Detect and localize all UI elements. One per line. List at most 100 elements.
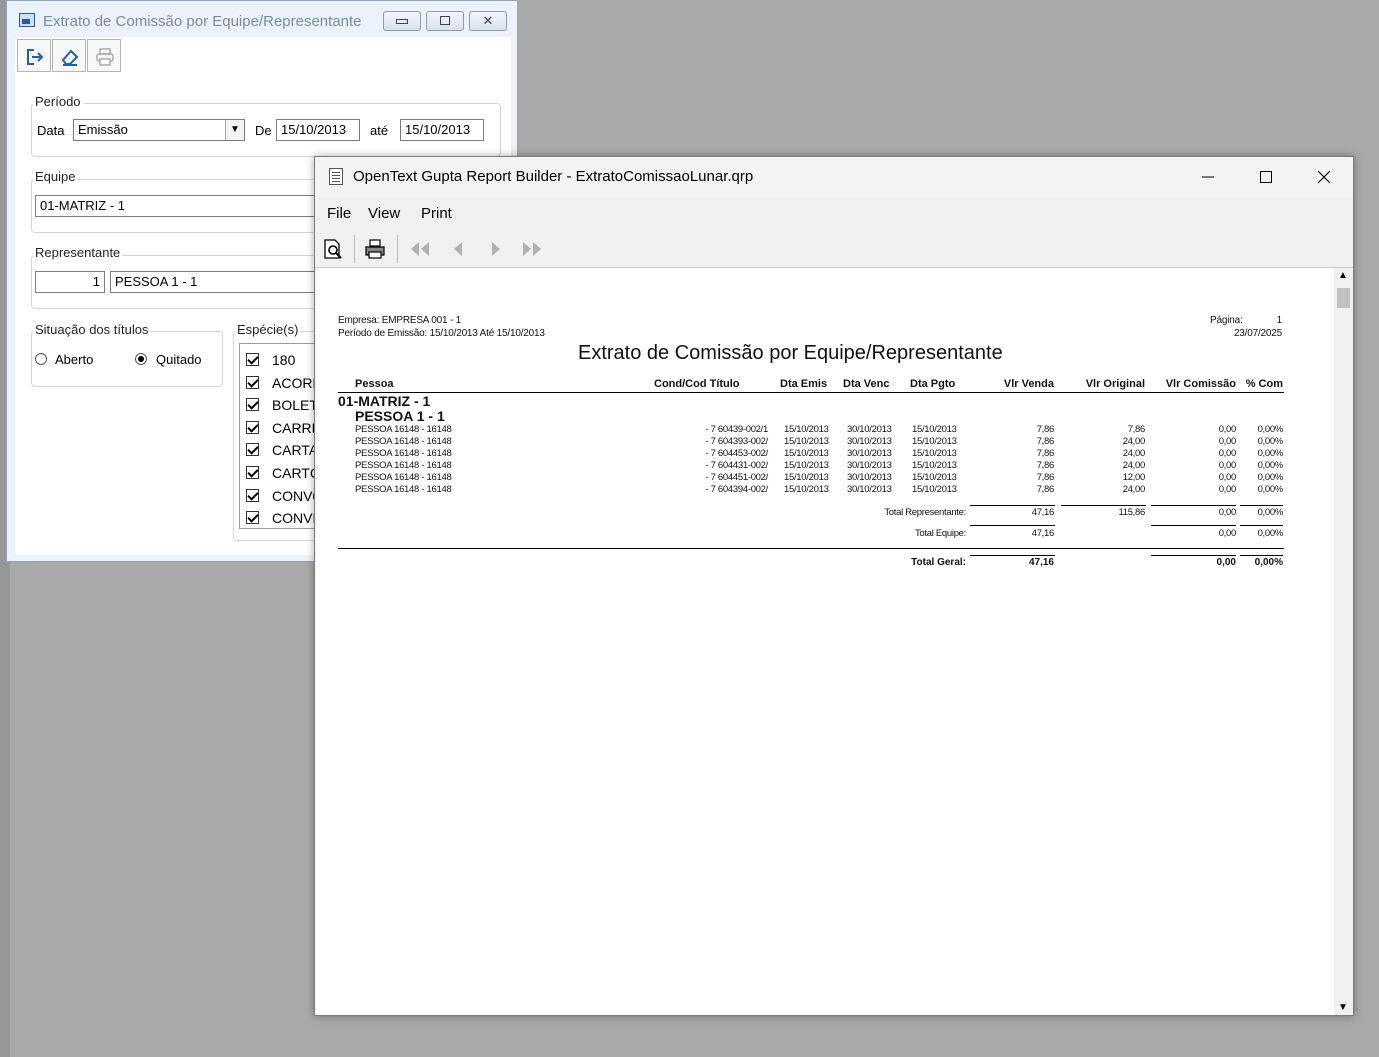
equipe-field[interactable]: 01-MATRIZ - 1	[35, 195, 325, 217]
print-button[interactable]	[87, 39, 121, 72]
group-equipe: 01-MATRIZ - 1	[338, 393, 431, 409]
row-pessoa: PESSOA 16148 - 16148	[355, 460, 452, 471]
especie-checkbox[interactable]	[246, 353, 259, 366]
clear-button[interactable]	[52, 39, 86, 72]
row-emis: 15/10/2013	[784, 424, 829, 435]
menu-view[interactable]: View	[368, 205, 400, 222]
report-close-button[interactable]	[1295, 157, 1353, 197]
last-page-icon	[523, 242, 541, 256]
especie-checkbox[interactable]	[246, 443, 259, 457]
scroll-up-icon[interactable]: ▲	[1338, 270, 1348, 281]
last-page-button[interactable]	[519, 237, 545, 261]
scroll-thumb[interactable]	[1337, 288, 1350, 308]
page-zoom-icon	[324, 239, 342, 259]
aberto-radio[interactable]	[35, 353, 47, 365]
row-pessoa: PESSOA 16148 - 16148	[355, 472, 452, 483]
representante-code-field[interactable]: 1	[35, 271, 105, 293]
previous-page-button[interactable]	[447, 237, 473, 261]
total-rule	[1151, 525, 1236, 526]
row-venc: 30/10/2013	[847, 472, 892, 483]
total-geral-label: Total Geral:	[911, 557, 966, 568]
especie-checkbox[interactable]	[246, 375, 259, 389]
menu-bar	[315, 197, 1353, 231]
preview-button[interactable]	[321, 237, 347, 261]
row-titulo: - 7 60439-002/1	[705, 424, 768, 435]
report-empresa: Empresa: EMPRESA 001 - 1	[338, 315, 462, 326]
row-titulo: - 7 604394-002/	[705, 484, 768, 495]
vertical-scrollbar[interactable]: ▲ ▼	[1334, 268, 1353, 1015]
date-to-field[interactable]: 15/10/2013	[400, 119, 484, 141]
next-page-button[interactable]	[483, 237, 509, 261]
data-type-select[interactable]: Emissão ▼	[73, 119, 245, 141]
row-original: 24,00	[1122, 436, 1146, 447]
total-rule	[1240, 505, 1283, 506]
row-venda: 7,86	[1036, 436, 1055, 447]
total-rule	[1151, 555, 1236, 556]
report-maximize-button[interactable]	[1237, 157, 1295, 197]
especie-checkbox[interactable]	[246, 420, 259, 434]
menu-print[interactable]: Print	[421, 205, 452, 222]
maximize-button[interactable]	[426, 11, 464, 31]
row-pgto: 15/10/2013	[912, 448, 957, 459]
printer-icon	[96, 48, 114, 66]
report-date: 23/07/2025	[1233, 328, 1282, 339]
row-original: 24,00	[1122, 460, 1146, 471]
row-pct: 0,00%	[1257, 460, 1284, 471]
report-print-button[interactable]	[363, 237, 389, 261]
col-vlr-original: Vlr Original	[1085, 378, 1145, 390]
row-pct: 0,00%	[1257, 448, 1284, 459]
equipe-label: Equipe	[33, 169, 78, 184]
row-emis: 15/10/2013	[784, 460, 829, 471]
col-dta-emis: Dta Emis	[780, 378, 828, 390]
row-venc: 30/10/2013	[847, 448, 892, 459]
col-vlr-venda: Vlr Venda	[1003, 378, 1054, 390]
row-venda: 7,86	[1036, 448, 1055, 459]
row-emis: 15/10/2013	[784, 472, 829, 483]
first-page-button[interactable]	[407, 237, 433, 261]
total-rule	[970, 555, 1055, 556]
especie-checkbox[interactable]	[246, 398, 259, 412]
row-comissao: 0,00	[1218, 460, 1237, 471]
representante-name-field[interactable]: PESSOA 1 - 1	[110, 271, 325, 293]
especie-checkbox[interactable]	[246, 511, 259, 525]
row-comissao: 0,00	[1218, 448, 1237, 459]
representante-label: Representante	[33, 245, 123, 260]
row-pct: 0,00%	[1257, 436, 1284, 447]
row-titulo: - 7 604451-002/	[705, 472, 768, 483]
exit-button[interactable]	[17, 39, 51, 72]
row-pct: 0,00%	[1257, 484, 1284, 495]
eraser-icon	[61, 49, 79, 66]
previous-page-icon	[454, 242, 462, 256]
especie-checkbox[interactable]	[246, 488, 259, 502]
total-equipe-venda: 47,16	[1031, 528, 1055, 539]
first-page-icon	[411, 242, 429, 256]
especies-label: Espécie(s)	[235, 322, 301, 337]
row-emis: 15/10/2013	[784, 484, 829, 495]
scroll-down-icon[interactable]: ▼	[1338, 1002, 1348, 1013]
menu-file[interactable]: File	[327, 205, 351, 222]
minimize-button[interactable]	[383, 11, 421, 31]
date-from-field[interactable]: 15/10/2013	[276, 119, 360, 141]
app-window-icon	[19, 13, 35, 27]
row-pgto: 15/10/2013	[912, 436, 957, 447]
row-comissao: 0,00	[1218, 424, 1237, 435]
close-button[interactable]: ✕	[469, 11, 507, 31]
total-equipe-label: Total Equipe:	[914, 528, 966, 539]
minimize-icon	[1202, 176, 1214, 178]
toolbar-separator	[397, 235, 398, 263]
report-titlebar[interactable]: OpenText Gupta Report Builder - ExtratoC…	[315, 157, 1353, 197]
row-titulo: - 7 604431-002/	[705, 460, 768, 471]
quitado-label: Quitado	[156, 352, 202, 367]
row-pessoa: PESSOA 16148 - 16148	[355, 484, 452, 495]
quitado-radio[interactable]	[135, 353, 147, 365]
total-geral-comissao: 0,00	[1216, 557, 1236, 568]
total-rule	[1240, 525, 1283, 526]
chevron-down-icon: ▼	[225, 120, 244, 140]
dialog-titlebar[interactable]: Extrato de Comissão por Equipe/Represent…	[7, 1, 517, 41]
data-type-value: Emissão	[78, 122, 128, 137]
row-pgto: 15/10/2013	[912, 460, 957, 471]
report-minimize-button[interactable]	[1179, 157, 1237, 197]
especie-checkbox[interactable]	[246, 466, 259, 479]
row-titulo: - 7 604393-002/	[705, 436, 768, 447]
de-label: De	[255, 123, 272, 138]
